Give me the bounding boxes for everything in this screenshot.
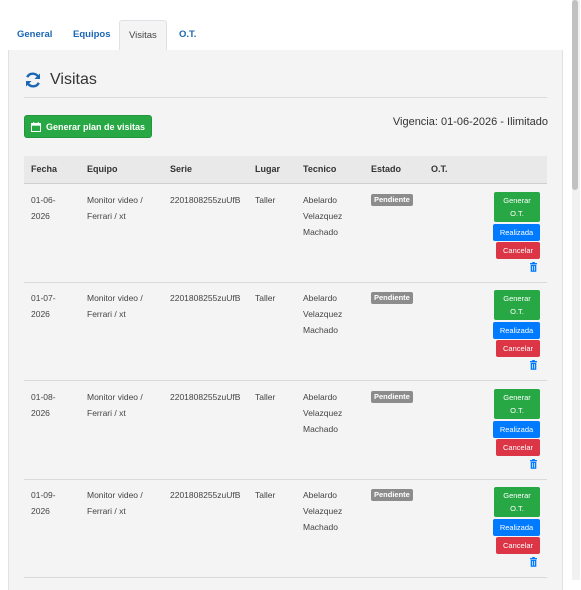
generate-ot-button[interactable]: Generar O.T. bbox=[494, 487, 540, 517]
generate-plan-label: Generar plan de visitas bbox=[45, 121, 146, 132]
cell-tecnico: Abelardo Velazquez Machado bbox=[303, 293, 343, 335]
cell-lugar: Taller bbox=[255, 490, 276, 500]
vigencia-text: Vigencia: 01-06-2026 - Ilimitado bbox=[392, 116, 548, 128]
trash-icon[interactable] bbox=[529, 262, 538, 272]
calendar-icon bbox=[30, 121, 41, 132]
section-title: Visitas bbox=[50, 71, 97, 88]
table-row: 01-08- 2026 Monitor video / Ferrari / xt… bbox=[24, 381, 547, 480]
cell-equipo: Monitor video / Ferrari / xt bbox=[87, 293, 143, 319]
cell-equipo: Monitor video / Ferrari / xt bbox=[87, 490, 143, 516]
done-button[interactable]: Realizada bbox=[493, 224, 540, 241]
cell-serie: 2201808255zuUfB bbox=[170, 293, 241, 303]
col-fecha: Fecha bbox=[31, 164, 58, 174]
cell-equipo: Monitor video / Ferrari / xt bbox=[87, 195, 143, 221]
tab-equipos[interactable]: Equipos bbox=[64, 20, 119, 50]
cell-serie: 2201808255zuUfB bbox=[170, 392, 241, 402]
scrollbar[interactable] bbox=[572, 0, 580, 580]
cell-tecnico: Abelardo Velazquez Machado bbox=[303, 392, 343, 434]
trash-icon[interactable] bbox=[529, 459, 538, 469]
cell-tecnico: Abelardo Velazquez Machado bbox=[303, 195, 343, 237]
table-row: 01-06- 2026 Monitor video / Ferrari / xt… bbox=[24, 184, 547, 283]
tab-general[interactable]: General bbox=[8, 20, 61, 50]
cancel-button[interactable]: Cancelar bbox=[496, 439, 540, 456]
generate-plan-button[interactable]: Generar plan de visitas bbox=[24, 115, 152, 138]
cell-tecnico: Abelardo Velazquez Machado bbox=[303, 490, 343, 532]
table-header: Fecha Equipo Serie Lugar Tecnico Estado … bbox=[24, 156, 547, 184]
trash-icon[interactable] bbox=[529, 557, 538, 567]
cell-lugar: Taller bbox=[255, 392, 276, 402]
done-button[interactable]: Realizada bbox=[493, 322, 540, 339]
done-button[interactable]: Realizada bbox=[493, 421, 540, 438]
col-equipo: Equipo bbox=[87, 164, 118, 174]
col-tecnico: Tecnico bbox=[303, 164, 337, 174]
cancel-button[interactable]: Cancelar bbox=[496, 537, 540, 554]
cell-equipo: Monitor video / Ferrari / xt bbox=[87, 392, 143, 418]
cell-serie: 2201808255zuUfB bbox=[170, 195, 241, 205]
trash-icon[interactable] bbox=[529, 360, 538, 370]
table-row: 01-07- 2026 Monitor video / Ferrari / xt… bbox=[24, 282, 547, 381]
cancel-button[interactable]: Cancelar bbox=[496, 340, 540, 357]
status-badge: Pendiente bbox=[371, 194, 413, 206]
refresh-icon bbox=[26, 72, 40, 88]
cell-fecha: 01-08- 2026 bbox=[31, 392, 56, 418]
cancel-button[interactable]: Cancelar bbox=[496, 242, 540, 259]
section-header: Visitas bbox=[24, 68, 97, 92]
cell-fecha: 01-06- 2026 bbox=[31, 195, 56, 221]
table-row: 01-09- 2026 Monitor video / Ferrari / xt… bbox=[24, 479, 547, 578]
cell-lugar: Taller bbox=[255, 195, 276, 205]
divider bbox=[24, 97, 547, 98]
cell-lugar: Taller bbox=[255, 293, 276, 303]
status-badge: Pendiente bbox=[371, 489, 413, 501]
col-serie: Serie bbox=[170, 164, 193, 174]
tab-ot[interactable]: O.T. bbox=[170, 20, 205, 50]
generate-ot-button[interactable]: Generar O.T. bbox=[494, 290, 540, 320]
col-ot: O.T. bbox=[431, 164, 448, 174]
status-badge: Pendiente bbox=[371, 391, 413, 403]
visitas-panel: Visitas Generar plan de visitas Vigencia… bbox=[8, 50, 563, 590]
generate-ot-button[interactable]: Generar O.T. bbox=[494, 192, 540, 222]
cell-fecha: 01-07- 2026 bbox=[31, 293, 56, 319]
tab-bar: General Equipos Visitas O.T. bbox=[8, 20, 561, 51]
col-lugar: Lugar bbox=[255, 164, 281, 174]
generate-ot-button[interactable]: Generar O.T. bbox=[494, 389, 540, 419]
scrollbar-thumb[interactable] bbox=[572, 0, 578, 190]
status-badge: Pendiente bbox=[371, 292, 413, 304]
done-button[interactable]: Realizada bbox=[493, 519, 540, 536]
cell-fecha: 01-09- 2026 bbox=[31, 490, 56, 516]
col-estado: Estado bbox=[371, 164, 402, 174]
tab-visitas[interactable]: Visitas bbox=[119, 20, 167, 51]
cell-serie: 2201808255zuUfB bbox=[170, 490, 241, 500]
